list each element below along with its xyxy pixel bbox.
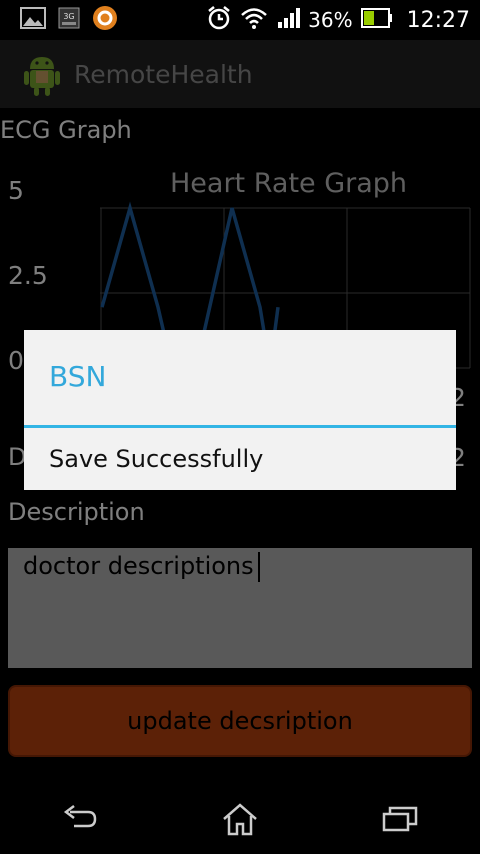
dialog-divider [24, 425, 456, 428]
3g-icon: 3G [58, 7, 80, 33]
svg-text:3G: 3G [63, 12, 74, 21]
image-icon [20, 6, 46, 34]
battery-percent: 36% [308, 8, 353, 32]
alarm-icon [206, 5, 232, 35]
home-button[interactable] [210, 796, 270, 846]
back-button[interactable] [50, 796, 110, 846]
status-bar: 3G 36% 12:27 [0, 0, 480, 40]
save-dialog: BSN Save Successfully [24, 330, 456, 490]
recent-apps-button[interactable] [370, 796, 430, 846]
home-icon [220, 801, 260, 841]
app-notification-icon [92, 5, 118, 35]
back-icon [60, 804, 100, 838]
dialog-title: BSN [49, 360, 107, 393]
navigation-bar [0, 788, 480, 854]
recent-apps-icon [380, 804, 420, 838]
dialog-message: Save Successfully [49, 445, 264, 473]
signal-icon [276, 6, 301, 34]
screen: 3G 36% 12:27 BSN Save Successfully [0, 0, 480, 854]
wifi-icon [240, 6, 268, 34]
battery-icon [360, 7, 393, 33]
clock: 12:27 [406, 7, 470, 33]
